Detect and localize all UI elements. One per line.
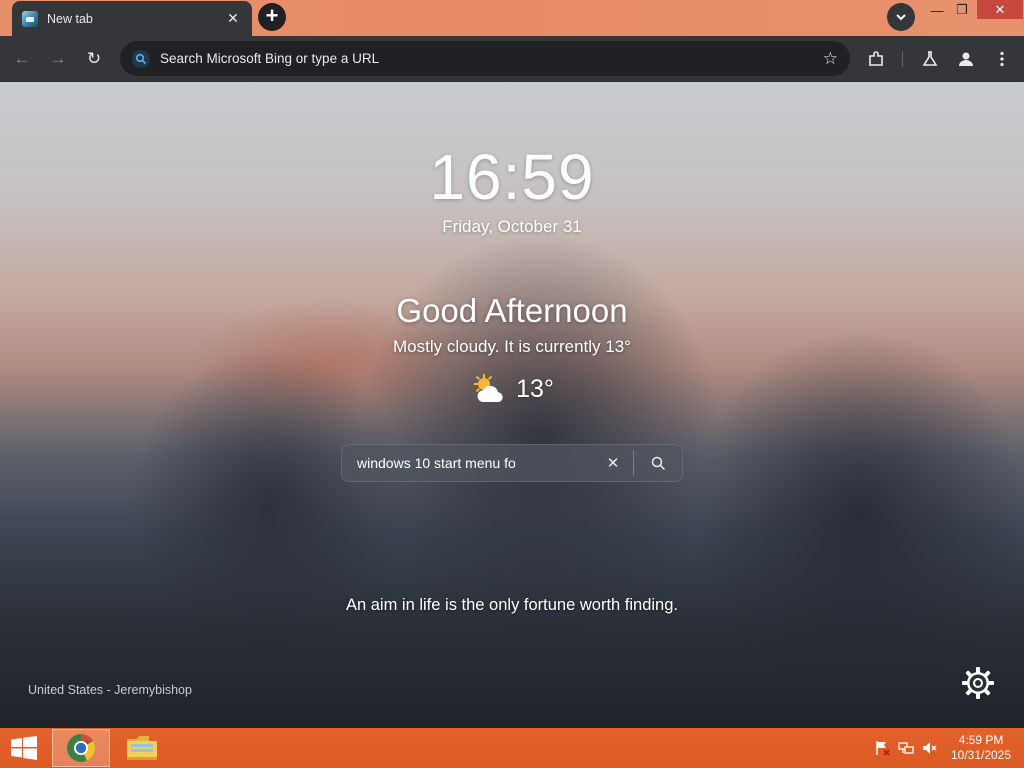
windows-logo-icon xyxy=(11,736,37,760)
back-button[interactable]: ← xyxy=(8,45,36,73)
reload-button[interactable]: ↻ xyxy=(80,45,108,73)
greeting: Good Afternoon xyxy=(396,292,628,329)
taskbar: 4:59 PM 10/31/2025 xyxy=(0,728,1024,768)
extensions-button[interactable] xyxy=(862,45,890,73)
tab-strip: New tab ✕ + — ❐ ✕ xyxy=(0,0,1024,36)
window-minimize-button[interactable]: — xyxy=(925,0,949,20)
weather-temperature: 13° xyxy=(516,374,554,403)
clock: 16:59 xyxy=(429,141,595,213)
start-button[interactable] xyxy=(0,728,48,768)
more-vertical-icon xyxy=(1000,51,1004,67)
new-tab-favicon-icon xyxy=(22,10,38,27)
search-input[interactable] xyxy=(357,445,593,481)
tab-close-button[interactable]: ✕ xyxy=(224,10,242,27)
search-box[interactable]: ✕ xyxy=(341,444,683,482)
chevron-down-icon xyxy=(896,14,906,21)
flask-icon xyxy=(922,51,938,66)
window-maximize-button[interactable]: ❐ xyxy=(950,0,974,20)
network-icon[interactable] xyxy=(898,740,914,756)
window-close-button[interactable]: ✕ xyxy=(977,0,1023,19)
new-tab-page: 16:59 Friday, October 31 Good Afternoon … xyxy=(0,82,1024,728)
taskbar-chrome[interactable] xyxy=(52,729,110,767)
page-settings-button[interactable] xyxy=(958,663,998,703)
toolbar-separator xyxy=(902,51,903,67)
chrome-icon xyxy=(67,734,95,762)
tab-new-tab[interactable]: New tab ✕ xyxy=(12,1,252,36)
taskbar-time: 4:59 PM xyxy=(958,733,1004,747)
weather-widget: 13° xyxy=(0,372,1024,406)
weather-description: Mostly cloudy. It is currently 13° xyxy=(393,337,631,356)
taskbar-file-explorer[interactable] xyxy=(113,729,171,767)
new-tab-button[interactable]: + xyxy=(258,3,286,31)
daily-quote: An aim in life is the only fortune worth… xyxy=(345,596,678,614)
user-avatar-icon xyxy=(959,52,973,66)
browser-toolbar: ← → ↻ Search Microsoft Bing or type a UR… xyxy=(0,36,1024,82)
address-bar[interactable]: Search Microsoft Bing or type a URL ☆ xyxy=(120,41,850,76)
file-explorer-icon xyxy=(127,736,157,760)
volume-muted-icon[interactable] xyxy=(922,740,938,756)
puzzle-icon xyxy=(869,51,883,66)
bookmark-star-icon[interactable]: ☆ xyxy=(823,49,838,69)
partly-cloudy-icon xyxy=(474,374,503,402)
taskbar-clock[interactable]: 4:59 PM 10/31/2025 xyxy=(946,733,1016,763)
photo-location-credit[interactable]: United States - Jeremybishop xyxy=(28,683,192,697)
action-center-icon[interactable] xyxy=(874,740,890,756)
forward-button[interactable]: → xyxy=(44,45,72,73)
profile-button[interactable] xyxy=(952,45,980,73)
labs-button[interactable] xyxy=(916,45,944,73)
search-clear-button[interactable]: ✕ xyxy=(593,445,633,481)
date: Friday, October 31 xyxy=(442,217,582,236)
search-icon xyxy=(651,456,665,470)
taskbar-date: 10/31/2025 xyxy=(950,748,1012,762)
address-bar-placeholder: Search Microsoft Bing or type a URL xyxy=(160,51,380,66)
tab-search-button[interactable] xyxy=(887,3,915,31)
bing-search-icon xyxy=(132,49,150,68)
search-submit-button[interactable] xyxy=(634,445,682,481)
browser-menu-button[interactable] xyxy=(988,45,1016,73)
tab-title: New tab xyxy=(47,11,93,26)
gear-icon xyxy=(962,667,994,699)
